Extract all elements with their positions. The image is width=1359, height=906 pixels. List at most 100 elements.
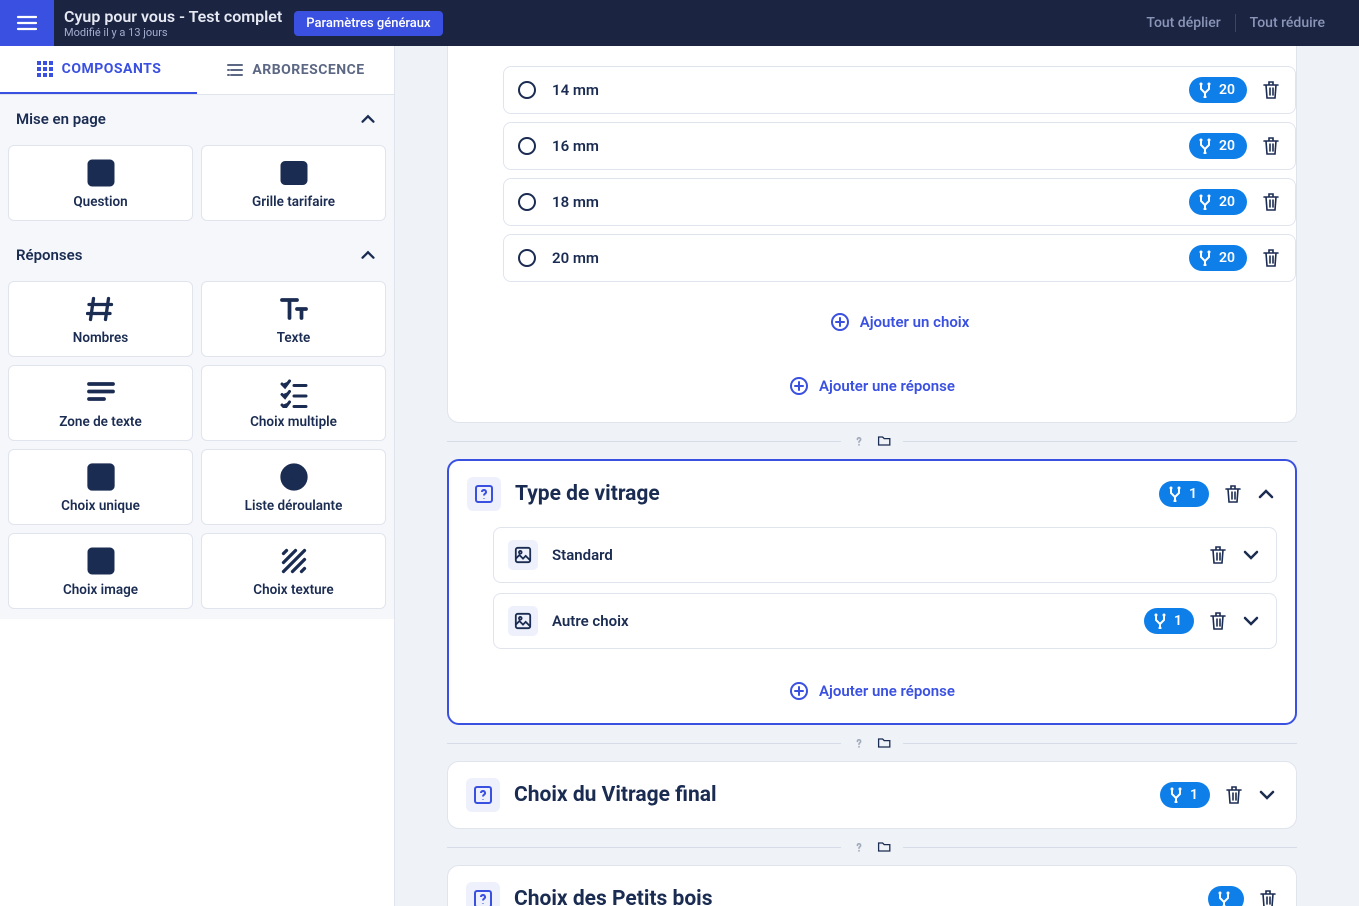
chevron-down-icon[interactable]: [1256, 784, 1278, 806]
text-icon: [279, 294, 309, 324]
palette-texture-choice[interactable]: Choix texture: [201, 533, 386, 609]
image-icon: [86, 546, 116, 576]
menu-button[interactable]: [0, 0, 54, 46]
trash-icon[interactable]: [1224, 785, 1244, 805]
response-label: Standard: [552, 546, 1194, 564]
question-icon-wrap: [466, 778, 500, 812]
option-label: 20 mm: [552, 249, 1189, 267]
image-icon-wrap: [508, 606, 538, 636]
drop-separator[interactable]: [447, 423, 1297, 459]
branch-pill[interactable]: 20: [1189, 245, 1247, 271]
response-autre[interactable]: Autre choix 1: [493, 593, 1277, 649]
palette-label: Choix unique: [61, 498, 140, 514]
tab-tree[interactable]: ARBORESCENCE: [197, 46, 394, 94]
option-16mm[interactable]: 16 mm 20: [503, 122, 1296, 170]
palette-text[interactable]: Texte: [201, 281, 386, 357]
add-response-label: Ajouter une réponse: [819, 682, 955, 700]
drop-separator[interactable]: [447, 829, 1297, 865]
add-response-label: Ajouter une réponse: [819, 377, 955, 395]
section-layout-header[interactable]: Mise en page: [0, 95, 394, 139]
branch-count: 1: [1189, 486, 1197, 502]
palette-textarea[interactable]: Zone de texte: [8, 365, 193, 441]
fork-icon: [1167, 486, 1183, 502]
hash-icon: [86, 294, 116, 324]
palette-price-grid[interactable]: Grille tarifaire: [201, 145, 386, 221]
option-20mm[interactable]: 20 mm 20: [503, 234, 1296, 282]
palette-label: Zone de texte: [59, 414, 141, 430]
chevron-up-icon: [358, 109, 378, 129]
branch-pill[interactable]: [1208, 886, 1244, 906]
image-icon-wrap: [508, 540, 538, 570]
topbar-actions: Tout déplier Tout réduire: [1132, 14, 1359, 32]
settings-button[interactable]: Paramètres généraux: [294, 11, 442, 36]
question-card-petits-bois[interactable]: Choix des Petits bois: [447, 865, 1297, 906]
tab-components-label: COMPOSANTS: [62, 61, 162, 77]
topbar-title-block: Cyup pour vous - Test complet Modifié il…: [64, 7, 282, 39]
option-label: 16 mm: [552, 137, 1189, 155]
question-icon-wrap: [466, 882, 500, 906]
radio-icon: [518, 81, 536, 99]
branch-pill[interactable]: 1: [1144, 608, 1194, 634]
branch-pill[interactable]: 20: [1189, 133, 1247, 159]
add-response-button[interactable]: Ajouter une réponse: [449, 659, 1295, 723]
card-title: Type de vitrage: [515, 482, 1159, 506]
branch-pill[interactable]: 20: [1189, 189, 1247, 215]
trash-icon[interactable]: [1261, 248, 1281, 268]
trash-icon[interactable]: [1258, 889, 1278, 906]
expand-all-button[interactable]: Tout déplier: [1132, 15, 1234, 31]
textarea-icon: [86, 378, 116, 408]
add-choice-button[interactable]: Ajouter un choix: [503, 290, 1296, 354]
plus-circle-icon: [789, 681, 809, 701]
branch-pill[interactable]: 1: [1160, 782, 1210, 808]
palette-numbers[interactable]: Nombres: [8, 281, 193, 357]
branch-count: 1: [1174, 613, 1182, 629]
section-answers-header[interactable]: Réponses: [0, 231, 394, 275]
trash-icon[interactable]: [1223, 484, 1243, 504]
grid-icon: [36, 60, 54, 78]
trash-icon[interactable]: [1208, 545, 1228, 565]
palette-multiple-choice[interactable]: Choix multiple: [201, 365, 386, 441]
image-icon: [514, 612, 532, 630]
option-18mm[interactable]: 18 mm 20: [503, 178, 1296, 226]
add-response-button[interactable]: Ajouter une réponse: [448, 354, 1296, 418]
branch-count: 1: [1190, 787, 1198, 803]
question-card-vitrage[interactable]: Type de vitrage 1 Standard Autre choix 1: [447, 459, 1297, 725]
folder-drop-icon: [877, 839, 893, 855]
question-card-vitrage-final[interactable]: Choix du Vitrage final 1: [447, 761, 1297, 829]
palette-label: Choix image: [63, 582, 138, 598]
question-drop-icon: [851, 839, 867, 855]
palette-question[interactable]: Question: [8, 145, 193, 221]
question-icon: [474, 484, 494, 504]
chevron-down-icon[interactable]: [1240, 544, 1262, 566]
response-label: Autre choix: [552, 612, 1144, 630]
trash-icon[interactable]: [1261, 192, 1281, 212]
tab-components[interactable]: COMPOSANTS: [0, 46, 197, 94]
chevron-up-icon[interactable]: [1255, 483, 1277, 505]
card-header: Choix du Vitrage final 1: [448, 762, 1296, 828]
question-drop-icon: [851, 433, 867, 449]
option-14mm[interactable]: 14 mm 20: [503, 66, 1296, 114]
branch-pill[interactable]: 20: [1189, 77, 1247, 103]
radio-icon: [518, 137, 536, 155]
hamburger-icon: [15, 11, 39, 35]
chevron-down-icon[interactable]: [1240, 610, 1262, 632]
palette-label: Texte: [277, 330, 311, 346]
branch-pill[interactable]: 1: [1159, 481, 1209, 507]
palette-answers: Nombres Texte Zone de texte Choix multip…: [0, 275, 394, 619]
response-standard[interactable]: Standard: [493, 527, 1277, 583]
palette-image-choice[interactable]: Choix image: [8, 533, 193, 609]
drop-separator[interactable]: [447, 725, 1297, 761]
fork-icon: [1197, 194, 1213, 210]
question-icon: [86, 158, 116, 188]
collapse-all-button[interactable]: Tout réduire: [1236, 15, 1339, 31]
radio-icon: [518, 193, 536, 211]
question-icon: [473, 889, 493, 906]
palette-single-choice[interactable]: Choix unique: [8, 449, 193, 525]
texture-icon: [279, 546, 309, 576]
trash-icon[interactable]: [1208, 611, 1228, 631]
palette-dropdown[interactable]: Liste déroulante: [201, 449, 386, 525]
trash-icon[interactable]: [1261, 136, 1281, 156]
question-icon-wrap: [467, 477, 501, 511]
question-icon: [473, 785, 493, 805]
trash-icon[interactable]: [1261, 80, 1281, 100]
